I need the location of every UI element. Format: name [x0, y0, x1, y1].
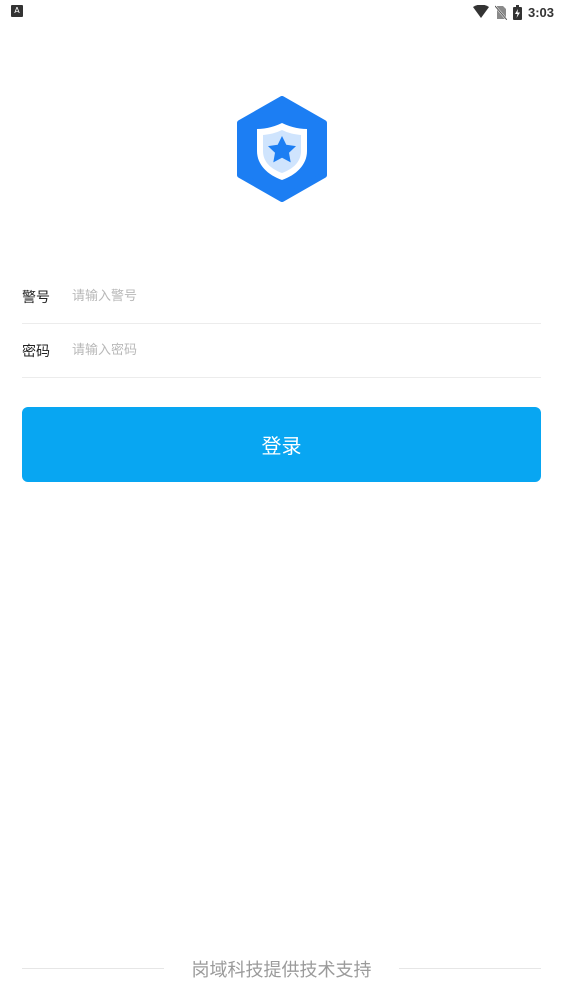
footer-support-text: 岗域科技提供技术支持: [191, 960, 372, 981]
footer: 岗域科技提供技术支持: [22, 956, 541, 982]
badge-number-input[interactable]: [72, 280, 532, 312]
no-sim-icon: [494, 4, 507, 20]
battery-charging-icon: [512, 4, 522, 20]
shield-star-icon: [237, 96, 327, 202]
a-notification-icon: A: [11, 5, 23, 17]
status-time: 3:03: [527, 4, 554, 20]
password-input[interactable]: [72, 334, 532, 366]
wifi-icon: [472, 5, 489, 18]
footer-divider-right: [399, 968, 541, 969]
password-row: 密码: [22, 324, 541, 378]
badge-number-label: 警号: [22, 290, 50, 306]
badge-number-row: 警号: [22, 270, 541, 324]
password-label: 密码: [22, 344, 50, 360]
login-form: 警号 密码: [22, 270, 541, 378]
status-bar: A 3:03: [0, 0, 562, 24]
login-button[interactable]: 登录: [22, 407, 541, 482]
status-icons: 3:03: [472, 3, 554, 21]
